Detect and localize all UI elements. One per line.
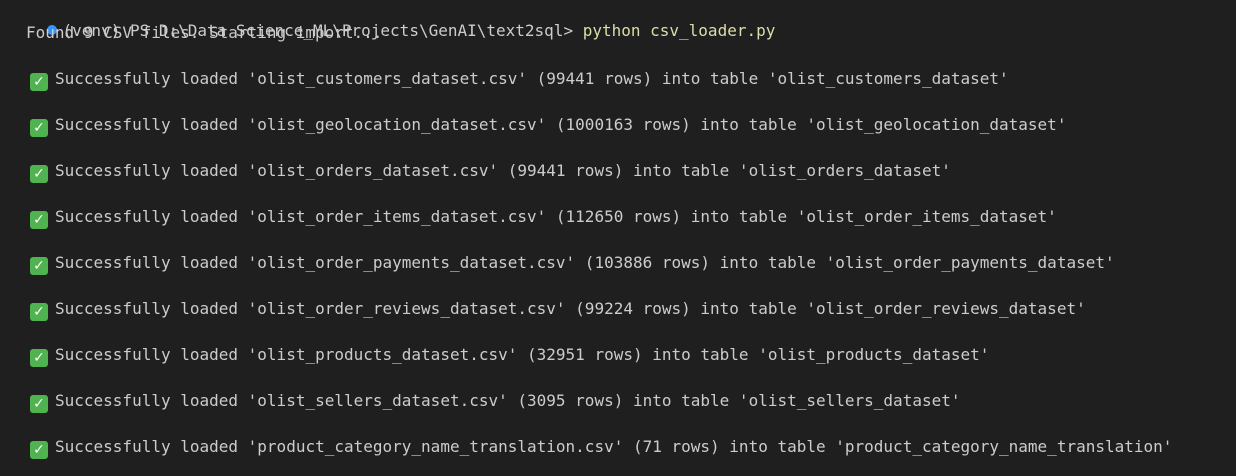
check-mark-icon: ✓ bbox=[30, 441, 48, 459]
log-line: ✓ Successfully loaded 'olist_order_paymen… bbox=[26, 252, 1115, 275]
found-message: Found 9 CSV files. Starting import... bbox=[26, 23, 383, 42]
log-line-text: Successfully loaded 'olist_orders_datase… bbox=[55, 161, 951, 180]
log-line-text: Successfully loaded 'olist_products_data… bbox=[55, 345, 990, 364]
log-line: ✓ Successfully loaded 'product_category_n… bbox=[26, 436, 1173, 459]
log-line-text: Successfully loaded 'olist_order_payment… bbox=[55, 253, 1115, 272]
log-line: ✓ Successfully loaded 'olist_products_dat… bbox=[26, 344, 990, 367]
check-mark-icon: ✓ bbox=[30, 73, 48, 91]
check-mark-icon: ✓ bbox=[30, 395, 48, 413]
log-line-text: Successfully loaded 'olist_customers_dat… bbox=[55, 69, 1009, 88]
log-line: ✓ Successfully loaded 'olist_orders_datas… bbox=[26, 160, 951, 183]
check-mark-icon: ✓ bbox=[30, 165, 48, 183]
log-line: ✓ Successfully loaded 'olist_geolocation_… bbox=[26, 114, 1067, 137]
log-line: ✓ Successfully loaded 'olist_order_review… bbox=[26, 298, 1086, 321]
terminal-output[interactable]: (venv) PS D:\Data Science_ML\Projects\Ge… bbox=[0, 0, 1236, 476]
log-line-text: Successfully loaded 'olist_geolocation_d… bbox=[55, 115, 1067, 134]
check-mark-icon: ✓ bbox=[30, 257, 48, 275]
check-mark-icon: ✓ bbox=[30, 119, 48, 137]
command-text: python csv_loader.py bbox=[582, 21, 776, 40]
check-mark-icon: ✓ bbox=[30, 303, 48, 321]
log-line-text: Successfully loaded 'olist_sellers_datas… bbox=[55, 391, 961, 410]
log-line-text: Successfully loaded 'product_category_na… bbox=[55, 437, 1173, 456]
log-line: ✓ Successfully loaded 'olist_sellers_data… bbox=[26, 390, 961, 413]
log-line-text: Successfully loaded 'olist_order_items_d… bbox=[55, 207, 1057, 226]
log-line: ✓ Successfully loaded 'olist_order_items_… bbox=[26, 206, 1057, 229]
check-mark-icon: ✓ bbox=[30, 349, 48, 367]
check-mark-icon: ✓ bbox=[30, 211, 48, 229]
prompt-line: (venv) PS D:\Data Science_ML\Projects\Ge… bbox=[8, 1, 775, 40]
log-line-text: Successfully loaded 'olist_order_reviews… bbox=[55, 299, 1086, 318]
log-line: ✓ Successfully loaded 'olist_customers_da… bbox=[26, 68, 1009, 91]
